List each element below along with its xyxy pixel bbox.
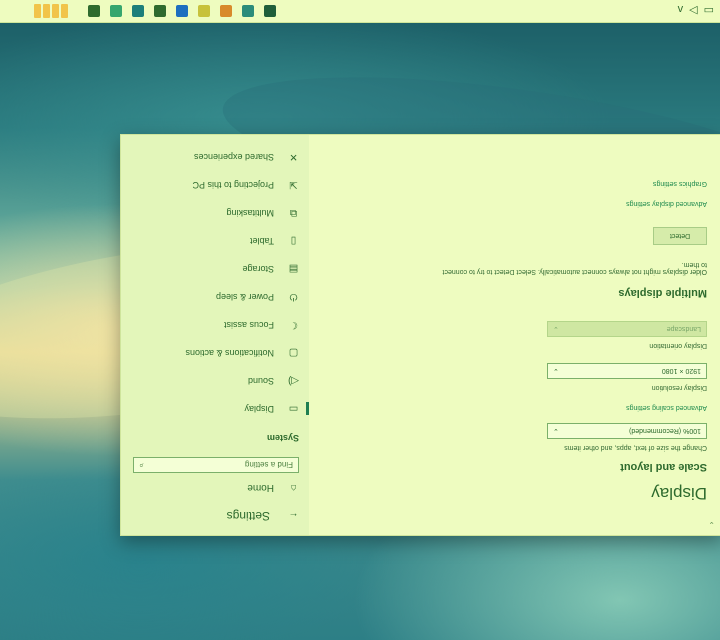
scale-dropdown[interactable]: 100% (Recommended) ⌄ bbox=[547, 423, 707, 439]
resolution-label: Display resolution bbox=[651, 384, 707, 391]
system-tray[interactable]: v ◁ ▭ bbox=[678, 3, 714, 16]
settings-content: ⌄ Display Scale and layout Change the si… bbox=[309, 135, 720, 535]
notification-icon: ▢ bbox=[288, 347, 299, 359]
sidebar-item-power-sleep[interactable]: ⏻ Power & sleep bbox=[121, 283, 309, 311]
sidebar-item-label: Tablet bbox=[249, 236, 274, 246]
sidebar-item-label: Storage bbox=[242, 264, 274, 274]
search-input[interactable]: Find a setting ⌕ bbox=[133, 457, 299, 473]
vscode-icon[interactable] bbox=[176, 5, 188, 17]
action-center-icon[interactable]: ▭ bbox=[704, 3, 714, 16]
home-icon: ⌂ bbox=[290, 482, 297, 493]
advanced-display-link[interactable]: Advanced display settings bbox=[626, 200, 707, 207]
orientation-dropdown[interactable]: Landscape ⌄ bbox=[547, 321, 707, 337]
scale-description: Change the size of text, apps, and other… bbox=[564, 444, 707, 451]
start-button[interactable] bbox=[34, 3, 74, 19]
chevron-down-icon: ⌄ bbox=[553, 367, 559, 374]
edge-icon[interactable] bbox=[132, 5, 144, 17]
nav-list: ▭ Display ◁) Sound ▢ Notifications & actions ☾… bbox=[121, 143, 309, 423]
shared-icon: ✕ bbox=[289, 151, 298, 163]
resolution-value: 1920 × 1080 bbox=[661, 367, 701, 375]
search-placeholder: Find a setting bbox=[244, 460, 293, 470]
sidebar-item-label: Notifications & actions bbox=[185, 348, 274, 358]
scroll-indicator-icon: ⌄ bbox=[708, 520, 715, 529]
advanced-scaling-link[interactable]: Advanced scaling settings bbox=[626, 404, 707, 411]
resolution-dropdown[interactable]: 1920 × 1080 ⌄ bbox=[547, 363, 707, 379]
projecting-icon: ⇲ bbox=[289, 179, 298, 191]
sidebar-item-focus-assist[interactable]: ☾ Focus assist bbox=[121, 311, 309, 339]
sidebar-item-projecting-to-this-pc[interactable]: ⇲ Projecting to this PC bbox=[121, 171, 309, 199]
terminal-icon[interactable] bbox=[264, 5, 276, 17]
sidebar-item-notifications-actions[interactable]: ▢ Notifications & actions bbox=[121, 339, 309, 367]
orientation-label: Display orientation bbox=[649, 342, 707, 349]
volume-icon[interactable]: ◁ bbox=[689, 3, 697, 16]
tablet-icon: ▯ bbox=[290, 235, 297, 247]
chevron-up-icon[interactable]: v bbox=[678, 3, 684, 16]
sidebar-item-label: Power & sleep bbox=[215, 292, 274, 302]
app-icon[interactable] bbox=[198, 5, 210, 17]
store-icon[interactable] bbox=[110, 5, 122, 17]
scale-heading: Scale and layout bbox=[620, 461, 707, 473]
chevron-down-icon: ⌄ bbox=[553, 427, 559, 434]
sidebar-item-label: Focus assist bbox=[223, 320, 274, 330]
nav-home[interactable]: ⌂ Home bbox=[247, 482, 299, 493]
taskbar: v ◁ ▭ bbox=[0, 0, 720, 23]
back-button[interactable]: ← Settings bbox=[227, 509, 299, 523]
settings-nav-pane: ← Settings ⌂ Home Find a setting ⌕ Syste… bbox=[121, 135, 309, 535]
scale-value: 100% (Recommended) bbox=[629, 427, 701, 435]
detect-button[interactable]: Detect bbox=[653, 227, 707, 245]
sidebar-item-storage[interactable]: ▤ Storage bbox=[121, 255, 309, 283]
sidebar-item-multitasking[interactable]: ⧉ Multitasking bbox=[121, 199, 309, 227]
photos-icon[interactable] bbox=[242, 5, 254, 17]
taskbar-pinned-apps bbox=[88, 5, 276, 17]
orientation-value: Landscape bbox=[666, 325, 701, 333]
multitasking-icon: ⧉ bbox=[289, 207, 298, 219]
sidebar-item-label: Projecting to this PC bbox=[192, 180, 274, 190]
monitor-icon: ▭ bbox=[288, 403, 299, 415]
sidebar-item-label: Multitasking bbox=[226, 208, 274, 218]
sidebar-item-label: Display bbox=[244, 404, 274, 414]
settings-gear-icon[interactable] bbox=[88, 5, 100, 17]
sidebar-item-sound[interactable]: ◁) Sound bbox=[121, 367, 309, 395]
sidebar-item-tablet[interactable]: ▯ Tablet bbox=[121, 227, 309, 255]
app-title: Settings bbox=[226, 509, 270, 523]
nav-home-label: Home bbox=[247, 482, 274, 493]
multiple-displays-heading: Multiple displays bbox=[618, 287, 707, 299]
multiple-displays-desc: Older displays might not always connect … bbox=[442, 261, 707, 275]
speaker-icon: ◁) bbox=[287, 375, 300, 387]
firefox-icon[interactable] bbox=[220, 5, 232, 17]
back-arrow-icon: ← bbox=[288, 510, 299, 522]
nav-section-title: System bbox=[266, 433, 299, 443]
sidebar-item-label: Sound bbox=[247, 376, 274, 386]
graphics-settings-link[interactable]: Graphics settings bbox=[653, 180, 707, 187]
page-title: Display bbox=[651, 484, 707, 503]
search-icon: ⌕ bbox=[139, 461, 144, 470]
sidebar-item-display[interactable]: ▭ Display bbox=[121, 395, 309, 423]
folder-icon[interactable] bbox=[154, 5, 166, 17]
sidebar-item-shared-experiences[interactable]: ✕ Shared experiences bbox=[121, 143, 309, 171]
storage-icon: ▤ bbox=[288, 263, 299, 275]
power-icon: ⏻ bbox=[289, 291, 298, 303]
settings-window: ← Settings ⌂ Home Find a setting ⌕ Syste… bbox=[120, 134, 720, 536]
sidebar-item-label: Shared experiences bbox=[193, 152, 274, 162]
chevron-down-icon: ⌄ bbox=[553, 325, 559, 332]
moon-icon: ☾ bbox=[289, 319, 298, 331]
